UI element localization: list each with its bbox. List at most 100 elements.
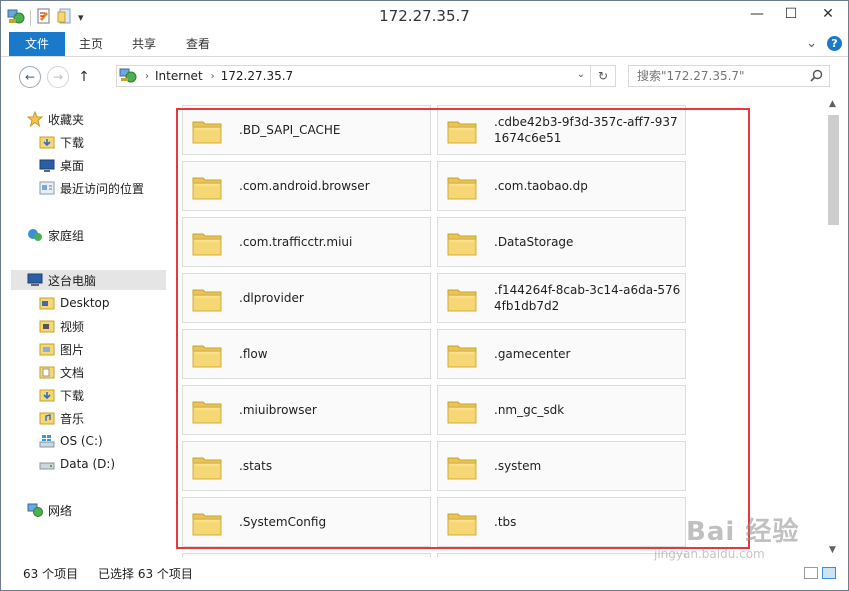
expand-ribbon-icon[interactable]: ⌄ (806, 36, 817, 51)
nav-favorites-desktop[interactable]: 桌面 (39, 155, 84, 175)
help-icon[interactable]: ? (827, 36, 842, 51)
scroll-thumb[interactable] (828, 115, 839, 225)
up-button[interactable]: ↑ (73, 66, 95, 88)
folder-name: .f144264f-8cab-3c14-a6da-5764fb1db7d2 (494, 283, 681, 313)
nav-pc-downloads[interactable]: 下载 (39, 385, 84, 405)
nav-pc-desktop[interactable]: Desktop (39, 293, 110, 313)
search-box (628, 65, 830, 87)
folder-tile[interactable]: .com.android.browser (182, 161, 431, 211)
folder-icon (446, 115, 478, 147)
tab-view[interactable]: 查看 (179, 32, 217, 56)
address-row: ← → ↑ › Internet › 172.27.35.7 ⌄ ↻ (1, 57, 848, 97)
pictures-folder-icon (39, 341, 55, 357)
watermark-url: jingyan.baidu.com (654, 547, 765, 561)
nav-favorites-recent[interactable]: 最近访问的位置 (39, 178, 144, 198)
folder-icon (191, 227, 223, 259)
folder-name: .gamecenter (494, 347, 571, 361)
folder-icon (191, 283, 223, 315)
download-folder-icon (39, 134, 55, 150)
folder-name: .com.taobao.dp (494, 179, 588, 193)
network-icon (27, 502, 43, 518)
vertical-scrollbar[interactable]: ▲ ▼ (825, 97, 842, 567)
maximize-button[interactable]: ☐ (774, 1, 808, 27)
folder-tile[interactable]: .flow (182, 329, 431, 379)
folder-tile[interactable]: .BD_SAPI_CACHE (182, 105, 431, 155)
tiles-view-icon[interactable] (822, 567, 836, 579)
scroll-down-icon[interactable]: ▼ (829, 545, 836, 555)
ribbon-right-controls: ⌄ ? (806, 36, 842, 51)
breadcrumb-separator-icon[interactable]: › (211, 71, 215, 82)
nav-network[interactable]: 网络 (27, 500, 72, 520)
videos-folder-icon (39, 318, 55, 334)
folder-name: .com.trafficctr.miui (239, 235, 353, 249)
folder-icon (446, 451, 478, 483)
folder-name: .SystemConfig (239, 515, 327, 529)
folder-icon (446, 283, 478, 315)
folder-name: .cdbe42b3-9f3d-357c-aff7-9371674c6e51 (494, 115, 678, 145)
folder-tile[interactable]: .nm_gc_sdk (437, 385, 686, 435)
navigation-pane: 收藏夹 下载 桌面 最近访问的位置 家庭组 这台电脑 Desktop 视频 图片… (1, 97, 173, 557)
folder-tile[interactable]: .f144264f-8cab-3c14-a6da-5764fb1db7d2 (437, 273, 686, 323)
folder-tile-partial[interactable] (182, 553, 431, 557)
folder-icon (191, 451, 223, 483)
folder-tile[interactable]: .system (437, 441, 686, 491)
folder-icon (191, 395, 223, 427)
window-title: 172.27.35.7 (379, 7, 470, 25)
folder-name: .system (494, 459, 542, 473)
windows-drive-icon (39, 433, 55, 449)
folder-tile[interactable]: .dlprovider (182, 273, 431, 323)
file-list: .BD_SAPI_CACHE .cdbe42b3-9f3d-357c-aff7-… (173, 97, 825, 557)
folder-tile[interactable]: .stats (182, 441, 431, 491)
folder-tile[interactable]: .DataStorage (437, 217, 686, 267)
search-input[interactable] (635, 68, 809, 84)
computer-icon (27, 272, 43, 288)
tab-file[interactable]: 文件 (9, 32, 65, 56)
folder-tile[interactable]: .miuibrowser (182, 385, 431, 435)
nav-pc-drive-d[interactable]: Data (D:) (39, 454, 115, 474)
tab-share[interactable]: 共享 (125, 32, 163, 56)
desktop-icon (39, 157, 55, 173)
folder-name: .BD_SAPI_CACHE (239, 123, 341, 137)
nav-pc-videos[interactable]: 视频 (39, 316, 84, 336)
breadcrumb-separator-icon[interactable]: › (145, 71, 149, 82)
search-icon[interactable] (810, 69, 823, 85)
nav-pc-pictures[interactable]: 图片 (39, 339, 84, 359)
window-controls: — ☐ ✕ (740, 1, 848, 27)
nav-favorites-downloads[interactable]: 下载 (39, 132, 84, 152)
nav-favorites[interactable]: 收藏夹 (27, 109, 84, 129)
minimize-button[interactable]: — (740, 1, 774, 27)
folder-name: .DataStorage (494, 235, 574, 249)
forward-button[interactable]: → (47, 66, 69, 88)
nav-this-pc[interactable]: 这台电脑 (11, 270, 166, 290)
scroll-up-icon[interactable]: ▲ (829, 99, 836, 109)
back-button[interactable]: ← (19, 66, 41, 88)
folder-tile[interactable]: .SystemConfig (182, 497, 431, 547)
folder-tile[interactable]: .gamecenter (437, 329, 686, 379)
close-button[interactable]: ✕ (808, 1, 848, 27)
selection-count: 已选择 63 个项目 (98, 567, 193, 581)
folder-tile[interactable]: .com.taobao.dp (437, 161, 686, 211)
homegroup-icon (27, 227, 43, 243)
address-dropdown-icon[interactable]: ⌄ (577, 69, 585, 80)
nav-homegroup[interactable]: 家庭组 (27, 225, 84, 245)
title-bar: ▾ 172.27.35.7 — ☐ ✕ (1, 1, 848, 32)
tab-home[interactable]: 主页 (73, 32, 109, 56)
nav-pc-documents[interactable]: 文档 (39, 362, 84, 382)
nav-pc-drive-c[interactable]: OS (C:) (39, 431, 103, 451)
folder-tile[interactable]: .com.trafficctr.miui (182, 217, 431, 267)
breadcrumb-internet[interactable]: Internet (155, 69, 203, 83)
folder-icon (191, 339, 223, 371)
folder-tile[interactable]: .cdbe42b3-9f3d-357c-aff7-9371674c6e51 (437, 105, 686, 155)
folder-icon (39, 295, 55, 311)
folder-name: .nm_gc_sdk (494, 403, 565, 417)
refresh-button[interactable]: ↻ (590, 66, 615, 86)
folder-icon (446, 171, 478, 203)
folder-name: .miuibrowser (239, 403, 317, 417)
folder-icon (191, 171, 223, 203)
nav-pc-music[interactable]: 音乐 (39, 408, 84, 428)
music-folder-icon (39, 410, 55, 426)
folder-name: .dlprovider (239, 291, 304, 305)
folder-icon (446, 507, 478, 539)
address-bar[interactable]: › Internet › 172.27.35.7 ⌄ ↻ (116, 65, 616, 87)
breadcrumb-host[interactable]: 172.27.35.7 (221, 69, 294, 83)
